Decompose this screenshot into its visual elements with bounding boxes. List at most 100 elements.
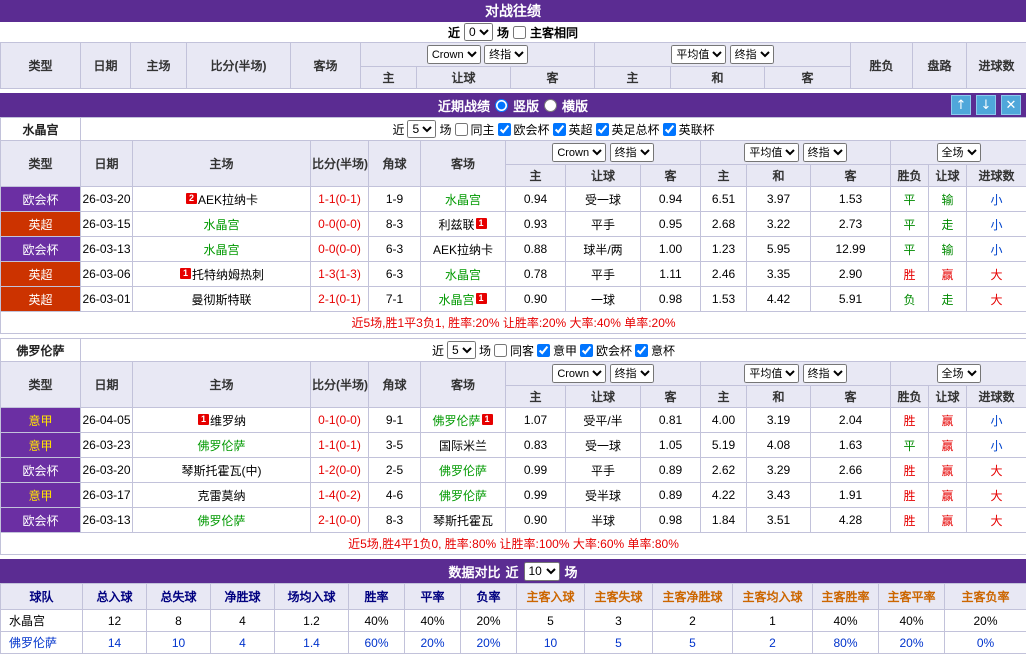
match-row: 意甲 26-03-17 克雷莫纳 1-4(0-2) 4-6 佛罗伦萨 0.99 … — [1, 483, 1026, 508]
sub-avg-draw: 和 — [747, 386, 811, 408]
vertical-layout-radio[interactable] — [495, 99, 508, 112]
handicap-cell: 一球 — [566, 287, 641, 312]
home-odds-cell: 0.99 — [506, 483, 566, 508]
result-cell: 平 — [891, 212, 929, 237]
score-cell: 0-0(0-0) — [311, 212, 369, 237]
h2h-avg-stage-select[interactable]: 终指 — [730, 45, 774, 64]
fiorentina-recent-count-select[interactable]: 5 — [447, 341, 476, 359]
avg-draw-odds-cell: 3.43 — [747, 483, 811, 508]
away-odds-cell: 0.94 — [641, 187, 701, 212]
col-away: 客场 — [421, 362, 506, 408]
avg-home-odds-cell: 1.84 — [701, 508, 747, 533]
same-home-away-label: 主客相同 — [530, 24, 578, 41]
crystal-fulltime-select[interactable]: 全场 — [937, 143, 981, 162]
league-filter-epl-checkbox[interactable] — [553, 123, 566, 136]
handicap-cell: 半球 — [566, 508, 641, 533]
crystal-odds-stage-select[interactable]: 终指 — [610, 143, 654, 162]
scroll-down-button[interactable]: ↓ — [976, 95, 996, 115]
crystal-fulltime-select-cell: 全场 — [891, 141, 1026, 165]
fiorentina-bookmaker-select[interactable]: Crown — [552, 364, 606, 383]
handicap-result-cell: 输 — [929, 237, 967, 262]
crystal-bookmaker-select[interactable]: Crown — [552, 143, 606, 162]
handicap-result-cell: 赢 — [929, 433, 967, 458]
avg-home-odds-cell: 2.68 — [701, 212, 747, 237]
home-odds-cell: 0.94 — [506, 187, 566, 212]
away-odds-cell: 0.95 — [641, 212, 701, 237]
league-filter-europa-conf-checkbox[interactable] — [498, 123, 511, 136]
h2h-odds-stage-select[interactable]: 终指 — [484, 45, 528, 64]
comparison-recent-count-select[interactable]: 10 — [524, 562, 560, 581]
avg-away-odds-cell: 1.53 — [811, 187, 891, 212]
h2h-section-header: 对战往绩 — [0, 0, 1026, 22]
avg-home-odds-cell: 1.53 — [701, 287, 747, 312]
sub-result: 胜负 — [891, 165, 929, 187]
fiorentina-average-select[interactable]: 平均值 — [744, 364, 799, 383]
avg-home-odds-cell: 4.00 — [701, 408, 747, 433]
match-row: 意甲 26-04-05 1维罗纳 0-1(0-0) 9-1 佛罗伦萨1 1.07… — [1, 408, 1026, 433]
crystal-avg-stage-select[interactable]: 终指 — [803, 143, 847, 162]
h2h-col-score: 比分(半场) — [187, 43, 291, 89]
games-label: 场 — [479, 342, 491, 359]
h2h-title: 对战往绩 — [485, 1, 541, 21]
fiorentina-avg-stage-select[interactable]: 终指 — [803, 364, 847, 383]
avg-away-odds-cell: 5.91 — [811, 287, 891, 312]
away-team-cell: 国际米兰 — [421, 433, 506, 458]
sub-avg-home: 主 — [701, 165, 747, 187]
home-team-name: AEK拉纳卡 — [198, 193, 258, 207]
same-away-checkbox[interactable] — [494, 344, 507, 357]
window-controls: ↑ ↓ ✕ — [951, 95, 1021, 115]
league-filter-coppa-italia-checkbox[interactable] — [635, 344, 648, 357]
avg-draw-odds-cell: 3.51 — [747, 508, 811, 533]
home-team-name: 维罗纳 — [210, 414, 246, 428]
home-team-cell: 2AEK拉纳卡 — [133, 187, 311, 212]
col-home: 主场 — [133, 141, 311, 187]
home-odds-cell: 0.83 — [506, 433, 566, 458]
cmp-value: 8 — [147, 610, 211, 632]
avg-home-odds-cell: 2.62 — [701, 458, 747, 483]
fiorentina-odds-stage-select[interactable]: 终指 — [610, 364, 654, 383]
handicap-cell: 受一球 — [566, 187, 641, 212]
corners-cell: 1-9 — [369, 187, 421, 212]
score-cell: 1-4(0-2) — [311, 483, 369, 508]
avg-draw-odds-cell: 5.95 — [747, 237, 811, 262]
league-filter-fa-cup-checkbox[interactable] — [596, 123, 609, 136]
avg-home-odds-cell: 5.19 — [701, 433, 747, 458]
cmp-value: 2 — [653, 610, 733, 632]
cmp-col-goals-for: 总入球 — [83, 584, 147, 610]
same-home-away-checkbox[interactable] — [513, 26, 526, 39]
scroll-up-button[interactable]: ↑ — [951, 95, 971, 115]
cmp-col-goal-diff: 净胜球 — [211, 584, 275, 610]
home-team-name: 曼彻斯特联 — [191, 293, 251, 307]
avg-away-odds-cell: 2.04 — [811, 408, 891, 433]
near-label: 近 — [432, 342, 444, 359]
home-team-cell: 1托特纳姆热刺 — [133, 262, 311, 287]
cmp-value: 5 — [653, 632, 733, 654]
league-filter-serie-a-checkbox[interactable] — [537, 344, 550, 357]
h2h-average-select[interactable]: 平均值 — [671, 45, 726, 64]
cmp-value: 20% — [405, 632, 461, 654]
h2h-recent-count-select[interactable]: 0 — [464, 23, 493, 41]
avg-away-odds-cell: 2.90 — [811, 262, 891, 287]
fiorentina-fulltime-select[interactable]: 全场 — [937, 364, 981, 383]
date-cell: 26-03-20 — [81, 187, 133, 212]
league-filter-europa-conf-checkbox[interactable] — [580, 344, 593, 357]
h2h-bookmaker-select[interactable]: Crown — [427, 45, 481, 64]
crystal-recent-count-select[interactable]: 5 — [407, 120, 436, 138]
close-button[interactable]: ✕ — [1001, 95, 1021, 115]
league-filter-serie-a-label: 意甲 — [553, 342, 577, 359]
crystal-average-select[interactable]: 平均值 — [744, 143, 799, 162]
league-filter-efl-cup-checkbox[interactable] — [663, 123, 676, 136]
horizontal-layout-radio[interactable] — [544, 99, 557, 112]
avg-draw-odds-cell: 3.35 — [747, 262, 811, 287]
date-cell: 26-04-05 — [81, 408, 133, 433]
away-team-cell: 琴斯托霍瓦 — [421, 508, 506, 533]
same-home-checkbox[interactable] — [455, 123, 468, 136]
home-team-cell: 水晶宫 — [133, 237, 311, 262]
same-home-label: 同主 — [471, 121, 495, 138]
home-odds-cell: 0.99 — [506, 458, 566, 483]
home-team-name: 水晶宫 — [203, 218, 239, 232]
corners-cell: 8-3 — [369, 508, 421, 533]
red-card-badge: 1 — [476, 293, 487, 304]
h2h-col-type: 类型 — [1, 43, 81, 89]
league-filter-europa-conf-label: 欧会杯 — [514, 121, 550, 138]
